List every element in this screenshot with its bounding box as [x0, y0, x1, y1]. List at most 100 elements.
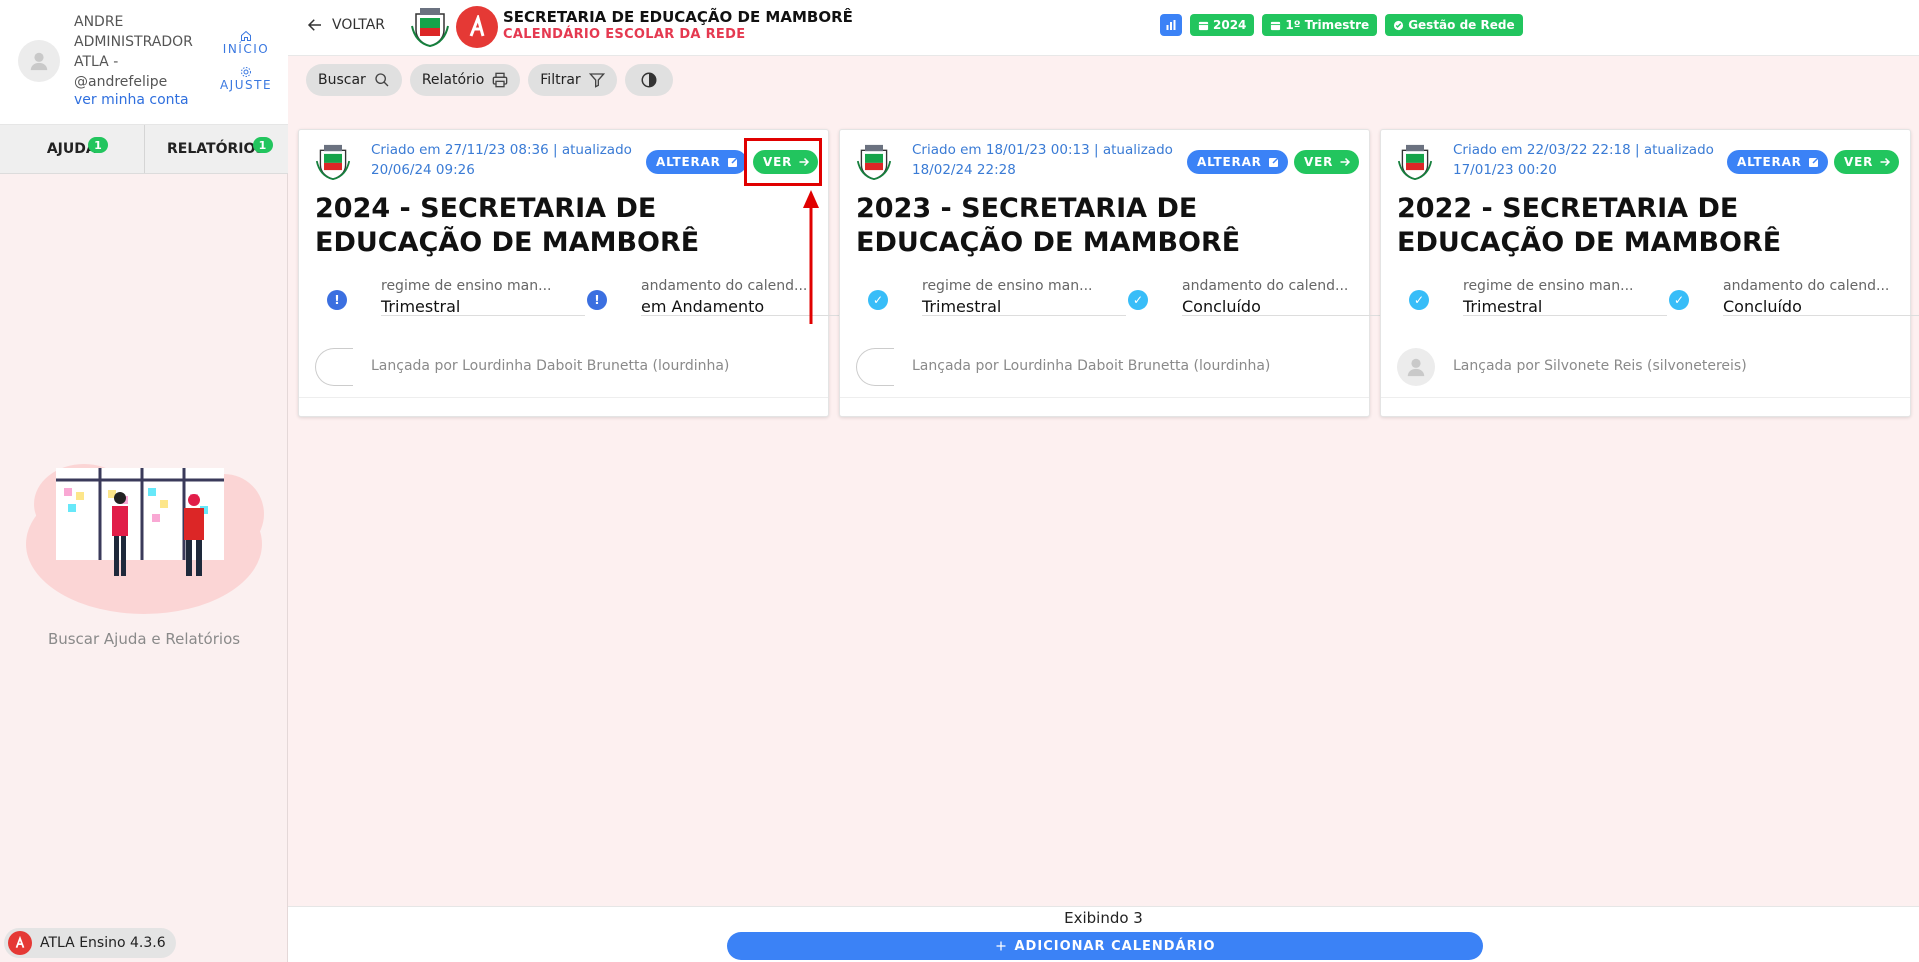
author-avatar	[1397, 348, 1435, 386]
calendar-card: Criado em 22/03/22 22:18 | atualizado 17…	[1380, 129, 1919, 417]
regime-value: Trimestral	[1463, 297, 1543, 316]
card-divider	[299, 397, 828, 398]
highlight-box	[744, 138, 822, 186]
report-label: Relatório	[421, 72, 485, 88]
card-title: 2023 - SECRETARIA DE EDUCAÇÃO DE MAMBORÊ	[856, 193, 1241, 258]
edit-button[interactable]: ALTERAR	[1187, 150, 1288, 174]
card-title: 2022 - SECRETARIA DE EDUCAÇÃO DE MAMBORÊ	[1397, 193, 1782, 258]
edit-label: ALTERAR	[1737, 155, 1802, 169]
contrast-toggle[interactable]	[624, 64, 673, 96]
card-author: Lançada por Silvonete Reis (silvoneterei…	[1453, 358, 1747, 374]
filter-icon	[588, 73, 605, 88]
help-badge: 1	[88, 137, 108, 153]
tab-help[interactable]: AJUDA 1	[0, 125, 145, 173]
context-chips: 2024 1º Trimestre Gestão de Rede	[1160, 14, 1523, 36]
version-label: ATLA Ensino 4.3.6	[40, 935, 166, 951]
search-label: Buscar	[318, 72, 366, 88]
result-count: Exibindo 3	[1064, 909, 1143, 927]
check-icon: ✓	[1128, 290, 1148, 310]
check-circle-icon	[1394, 20, 1404, 30]
view-button[interactable]: VER	[1834, 150, 1900, 174]
edit-icon	[1268, 157, 1279, 167]
edit-icon	[1808, 157, 1819, 167]
alert-icon: !	[327, 290, 347, 310]
settings-link[interactable]: AJUSTE	[218, 66, 274, 92]
home-link[interactable]: INÍCIO	[218, 30, 274, 56]
top-bar: VOLTAR SECRETARIA DE EDUCAÇÃO DE MAMBORÊ…	[288, 0, 1919, 56]
alert-icon: !	[587, 290, 607, 310]
add-calendar-button[interactable]: ADICIONAR CALENDÁRIO	[727, 932, 1483, 960]
author-avatar	[315, 348, 353, 386]
calendar-icon	[1198, 21, 1209, 30]
person-icon	[1407, 358, 1425, 377]
filter-button[interactable]: Filtrar	[528, 64, 617, 96]
home-icon	[241, 30, 251, 41]
filter-label: Filtrar	[540, 72, 581, 88]
year-chip-label: 2024	[1213, 18, 1247, 32]
atla-logo-icon	[8, 931, 32, 955]
settings-label: AJUSTE	[219, 78, 273, 92]
edit-button[interactable]: ALTERAR	[1727, 150, 1828, 174]
municipal-crest-icon	[315, 144, 351, 181]
page-subtitle: CALENDÁRIO ESCOLAR DA REDE	[503, 27, 746, 42]
bar-chart-icon	[1166, 20, 1176, 30]
version-badge[interactable]: ATLA Ensino 4.3.6	[4, 928, 176, 958]
status-label: andamento do calend...	[1723, 278, 1890, 294]
network-chip-label: Gestão de Rede	[1408, 18, 1515, 32]
sidebar: ANDRE ADMINISTRADOR ATLA - @andrefelipe …	[0, 0, 288, 962]
contrast-icon	[641, 72, 657, 88]
year-chip[interactable]: 2024	[1190, 14, 1255, 36]
bottom-bar: Exibindo 3 ADICIONAR CALENDÁRIO	[288, 906, 1919, 962]
regime-label: regime de ensino man...	[922, 278, 1093, 294]
card-meta: Criado em 22/03/22 22:18 | atualizado 17…	[1453, 142, 1714, 178]
edit-button[interactable]: ALTERAR	[646, 150, 747, 174]
check-icon: ✓	[1409, 290, 1429, 310]
edit-label: ALTERAR	[656, 155, 721, 169]
view-button[interactable]: VER	[1294, 150, 1360, 174]
user-avatar[interactable]	[18, 40, 60, 82]
search-button[interactable]: Buscar	[306, 64, 402, 96]
search-icon	[375, 73, 389, 87]
network-chip[interactable]: Gestão de Rede	[1385, 14, 1523, 36]
reports-badge: 1	[252, 137, 273, 153]
person-icon	[30, 52, 48, 71]
my-account-link[interactable]: ver minha conta	[74, 92, 189, 108]
status-value: Concluído	[1723, 297, 1802, 316]
help-caption: Buscar Ajuda e Relatórios	[47, 630, 241, 648]
edit-icon	[727, 157, 738, 167]
sidebar-tabs: AJUDA 1 RELATÓRIOS 1	[0, 124, 288, 174]
report-button[interactable]: Relatório	[409, 64, 521, 96]
printer-icon	[492, 72, 508, 88]
tab-reports[interactable]: RELATÓRIOS 1	[145, 125, 289, 173]
view-label: VER	[1304, 155, 1334, 169]
card-meta: Criado em 18/01/23 00:13 | atualizado 18…	[912, 142, 1173, 178]
plus-icon	[996, 941, 1005, 951]
card-author: Lançada por Lourdinha Daboit Brunetta (l…	[371, 358, 730, 374]
status-value: em Andamento	[641, 297, 765, 316]
arrow-up-icon	[803, 190, 819, 324]
user-name: ANDRE ADMINISTRADOR ATLA - @andrefelipe	[74, 14, 193, 90]
regime-field: regime de ensino man... Trimestral	[1463, 278, 1667, 316]
tab-reports-label: RELATÓRIOS	[167, 141, 266, 157]
check-icon: ✓	[868, 290, 888, 310]
author-avatar	[856, 348, 894, 386]
stats-chip[interactable]	[1160, 14, 1182, 36]
municipal-crest-icon	[856, 144, 892, 181]
term-chip-label: 1º Trimestre	[1285, 18, 1370, 32]
status-field: andamento do calend... Concluído	[1182, 278, 1386, 316]
status-label: andamento do calend...	[641, 278, 808, 294]
view-label: VER	[1844, 155, 1874, 169]
card-title: 2024 - SECRETARIA DE EDUCAÇÃO DE MAMBORÊ	[315, 193, 700, 258]
status-field: andamento do calend... Concluído	[1723, 278, 1919, 316]
arrow-right-icon	[1340, 157, 1351, 167]
add-calendar-label: ADICIONAR CALENDÁRIO	[1014, 938, 1216, 954]
back-button[interactable]: VOLTAR	[306, 16, 385, 34]
term-chip[interactable]: 1º Trimestre	[1262, 14, 1378, 36]
regime-value: Trimestral	[922, 297, 1002, 316]
page-title: SECRETARIA DE EDUCAÇÃO DE MAMBORÊ	[503, 8, 853, 26]
regime-label: regime de ensino man...	[381, 278, 552, 294]
calendar-icon	[1271, 21, 1281, 30]
status-value: Concluído	[1182, 297, 1261, 316]
regime-field: regime de ensino man... Trimestral	[381, 278, 585, 316]
card-author: Lançada por Lourdinha Daboit Brunetta (l…	[912, 358, 1271, 374]
